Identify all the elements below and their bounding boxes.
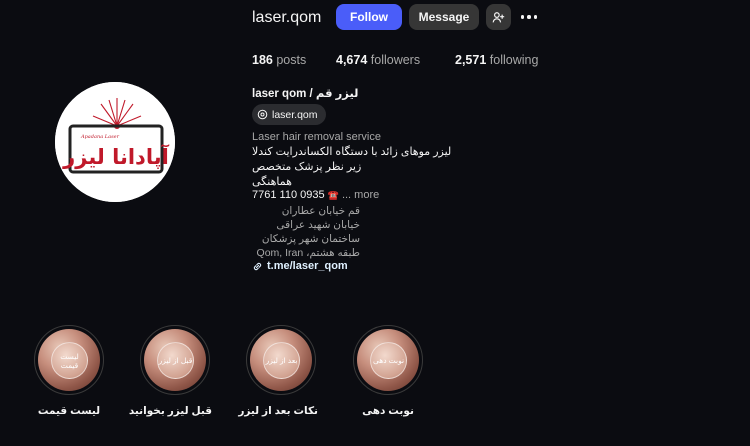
following-stat[interactable]: 2,571 following [455,53,538,67]
bio-more-link[interactable]: ... more [342,189,379,201]
person-plus-icon [492,11,505,22]
highlight-cover-text: بعد از لیزر [263,342,300,379]
link-icon [253,262,262,270]
followers-label: followers [370,53,421,67]
posts-count: 186 [252,53,273,67]
highlight-cover-ring: نوبت دهی [353,325,423,395]
story-highlight[interactable]: لیست قیمت لیست قیمت [32,325,106,417]
story-highlight[interactable]: قبل از لیزر قبل لیزر بخوانید [128,325,212,417]
svg-text:Apadana Laser: Apadana Laser [80,134,120,140]
svg-text:آپادانا لیزر: آپادانا لیزر [62,144,169,169]
phone-emoji: ☎️ [327,190,339,200]
similar-accounts-button[interactable] [486,4,511,30]
bio-line-3: هماهنگی [252,176,292,188]
highlight-cover-text: لیست قیمت [51,342,88,379]
following-label: following [489,53,539,67]
followers-stat[interactable]: 4,674 followers [336,53,420,67]
threads-icon [257,109,268,120]
profile-full-name: laser qom / لیزر قم [252,88,359,100]
laser-logo-image: Apadana Laser آپادانا لیزر [55,82,175,202]
threads-handle: laser.qom [272,108,318,121]
message-button[interactable]: Message [409,4,479,30]
address-line-1: قم خیابان عطاران [281,205,360,217]
profile-category: Laser hair removal service [252,131,381,143]
story-highlight[interactable]: بعد از لیزر نکات بعد از لیزر [238,325,318,417]
address-line-2: خیابان شهید عراقی [276,219,360,231]
highlight-cover-ring: بعد از لیزر [246,325,316,395]
posts-stat: 186 posts [252,53,306,67]
highlight-cover: بعد از لیزر [250,329,312,391]
highlight-cover: قبل از لیزر [144,329,206,391]
posts-label: posts [276,53,307,67]
options-button[interactable] [518,8,540,26]
following-count: 2,571 [455,53,487,67]
highlight-label: نوبت دهی [362,405,414,417]
highlight-label: لیست قیمت [37,405,101,417]
story-highlight[interactable]: نوبت دهی نوبت دهی [351,325,425,417]
address-line-4: طبقه هشتم، Qom, Iran [256,247,360,259]
highlight-cover-text: قبل از لیزر [157,342,194,379]
bio-phone-line: 7761 110 0935 ☎️ ... more [252,189,379,201]
more-horizontal-icon [520,15,525,19]
follow-button[interactable]: Follow [336,4,402,30]
profile-link-text: t.me/laser_qom [267,260,348,272]
profile-avatar[interactable]: Apadana Laser آپادانا لیزر [55,82,175,202]
highlight-cover: نوبت دهی [357,329,419,391]
highlight-cover-text: نوبت دهی [370,342,407,379]
highlight-label: نکات بعد از لیزر [238,405,318,417]
highlight-label: قبل لیزر بخوانید [128,405,212,417]
phone-number: 7761 110 0935 [252,189,325,201]
address-line-3: ساختمان شهر پزشکان [261,233,360,245]
highlight-cover: لیست قیمت [38,329,100,391]
followers-count: 4,674 [336,53,368,67]
highlight-cover-ring: قبل از لیزر [140,325,210,395]
profile-username: laser.qom [252,9,322,26]
profile-external-link[interactable]: t.me/laser_qom [252,260,348,272]
threads-badge[interactable]: laser.qom [252,104,326,125]
highlight-cover-ring: لیست قیمت [34,325,104,395]
bio-line-1: لیزر موهای زائد با دستگاه الکساندرایت کن… [252,146,452,158]
bio-line-2: زیر نظر پزشک متخصص [252,161,362,173]
